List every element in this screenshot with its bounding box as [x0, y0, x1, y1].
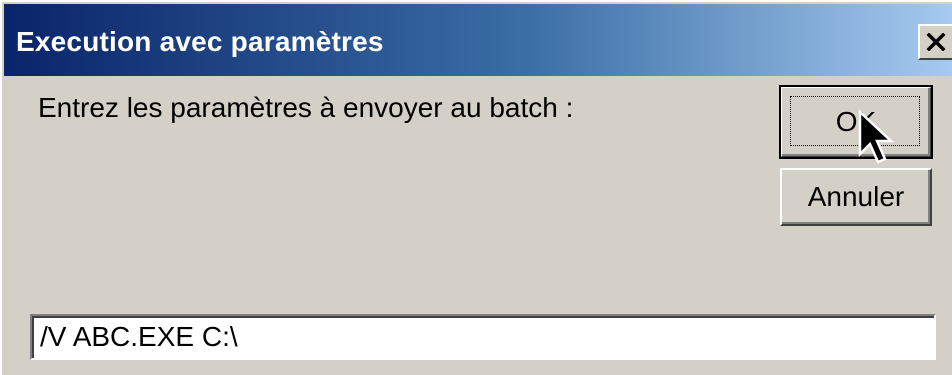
prompt-label: Entrez les paramètres à envoyer au batch…: [38, 92, 574, 123]
close-button[interactable]: [918, 24, 952, 60]
cancel-button[interactable]: Annuler: [780, 168, 932, 226]
ok-button[interactable]: OK: [779, 85, 933, 159]
parameters-input[interactable]: [30, 314, 936, 360]
window-title: Execution avec paramètres: [16, 26, 384, 57]
title-bar[interactable]: Execution avec paramètres: [4, 4, 952, 76]
dialog-window: Execution avec paramètres Entrez les par…: [0, 0, 952, 375]
ok-button-label: OK: [835, 106, 877, 137]
close-icon: [926, 33, 946, 51]
cancel-button-label: Annuler: [807, 181, 905, 212]
